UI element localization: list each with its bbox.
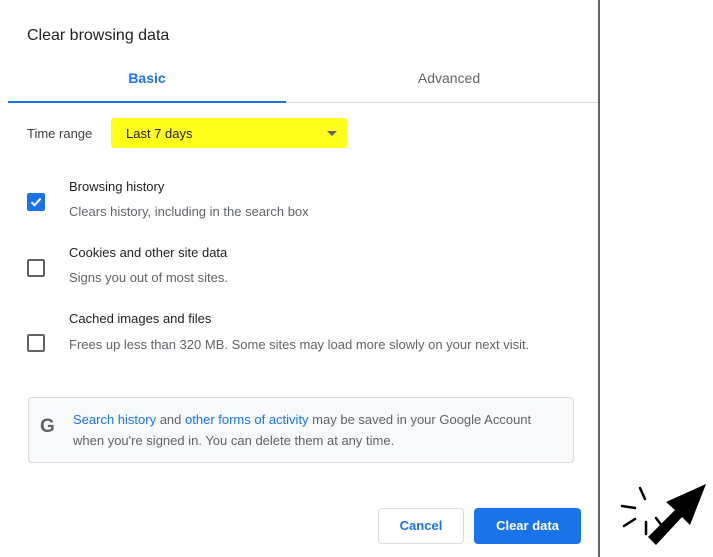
option-description: Clears history, including in the search … [69, 204, 309, 219]
time-range-label: Time range [27, 126, 93, 141]
stage: Clear browsing data Basic Advanced Time … [0, 0, 713, 557]
click-cursor-icon [620, 484, 706, 545]
cached-images-checkbox[interactable] [27, 334, 45, 352]
notice-text-part: and [156, 412, 186, 427]
notice-text: Search history and other forms of activi… [73, 409, 563, 451]
cookies-checkbox[interactable] [27, 259, 45, 277]
browsing-history-checkbox[interactable] [27, 193, 45, 211]
dropdown-arrow-icon [327, 131, 337, 136]
clear-data-button[interactable]: Clear data [474, 508, 581, 544]
option-description: Frees up less than 320 MB. Some sites ma… [69, 337, 530, 352]
checkmark-icon [30, 197, 42, 207]
time-range-value: Last 7 days [126, 126, 193, 141]
other-activity-link[interactable]: other forms of activity [185, 412, 309, 427]
google-activity-notice: G Search history and other forms of acti… [28, 397, 574, 463]
option-title: Cookies and other site data [69, 245, 228, 260]
selected-tab-indicator [8, 101, 286, 103]
tab-advanced[interactable]: Advanced [310, 58, 588, 100]
search-history-link[interactable]: Search history [73, 412, 156, 427]
dialog-title: Clear browsing data [27, 27, 170, 44]
tab-bar: Basic Advanced [8, 58, 598, 103]
google-g-icon: G [40, 416, 55, 437]
option-title: Browsing history [69, 179, 165, 194]
clear-browsing-data-dialog: Clear browsing data Basic Advanced Time … [0, 0, 600, 557]
option-title: Cached images and files [69, 311, 212, 326]
time-range-select[interactable]: Last 7 days [111, 118, 347, 148]
option-description: Signs you out of most sites. [69, 270, 228, 285]
tab-basic[interactable]: Basic [8, 58, 286, 100]
cancel-button[interactable]: Cancel [378, 508, 464, 544]
